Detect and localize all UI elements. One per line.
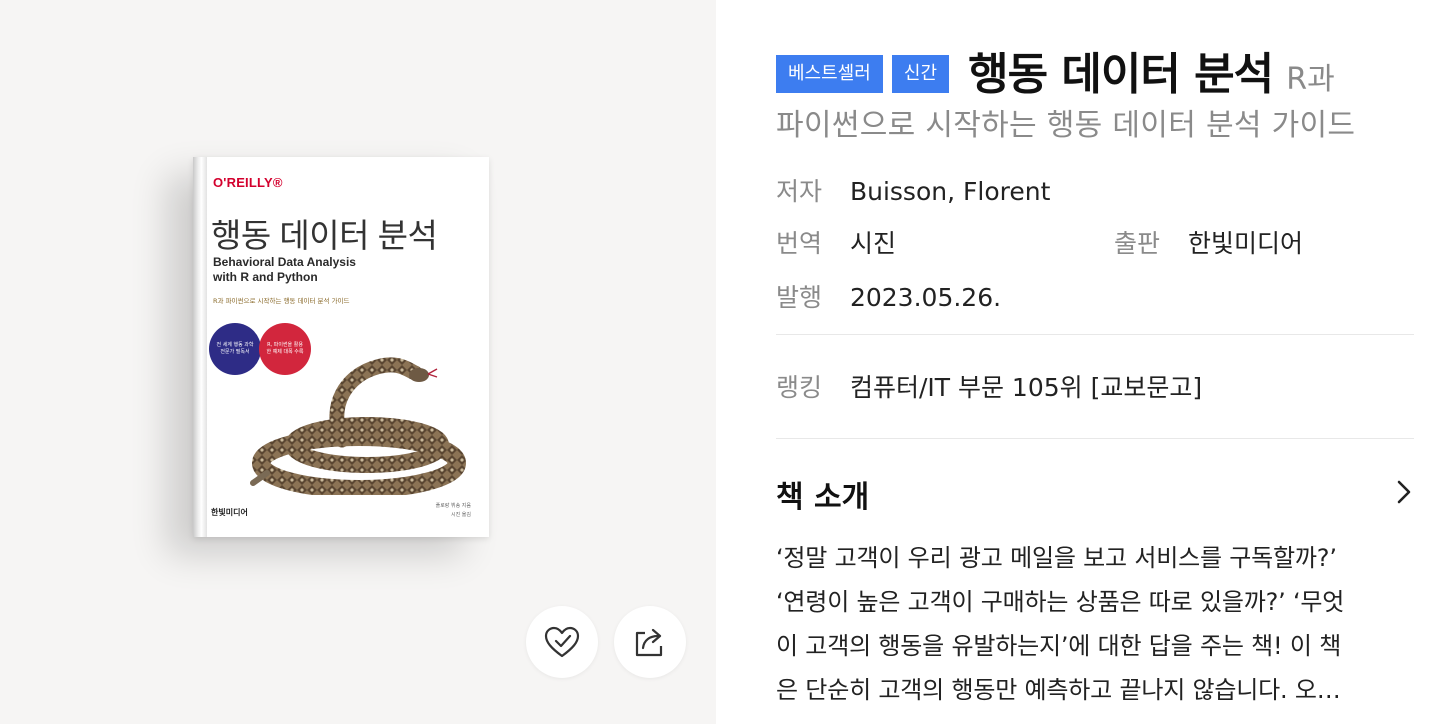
share-icon — [635, 628, 663, 657]
author-row: 저자 Buisson, Florent — [776, 172, 1050, 208]
translator-link[interactable]: 시진 — [850, 229, 896, 258]
intro-text: ‘정말 고객이 우리 광고 메일을 보고 서비스를 구독할까?’ ‘연령이 높은… — [776, 544, 1345, 704]
publish-date-row: 발행 2023.05.26. — [776, 278, 1001, 314]
ranking-link[interactable]: 컴퓨터/IT 부문 105위 [교보문고] — [850, 373, 1202, 402]
publisher-row: 출판 한빛미디어 — [1114, 224, 1303, 260]
intro-title: 책 소개 — [776, 480, 870, 515]
cover-title: 행동 데이터 분석 — [211, 217, 438, 254]
subtitle-start: R과 — [1286, 62, 1335, 97]
book-spine — [193, 157, 207, 537]
book-info-panel: 베스트셀러 신간 행동 데이터 분석 R과 파이썬으로 시작하는 행동 데이터 … — [716, 0, 1450, 724]
tag-new: 신간 — [891, 55, 950, 93]
cover-imprint: 한빛미디어 — [211, 508, 248, 517]
book-title: 행동 데이터 분석 — [968, 49, 1274, 100]
chevron-right-icon[interactable] — [1396, 478, 1412, 506]
title-row: 베스트셀러 신간 행동 데이터 분석 R과 — [776, 38, 1416, 102]
oreilly-logo: O'REILLY® — [213, 175, 283, 190]
publisher-link[interactable]: 한빛미디어 — [1188, 229, 1303, 258]
publisher-label: 출판 — [1114, 229, 1161, 258]
cover-english-title: Behavioral Data Analysis with R and Pyth… — [213, 255, 383, 285]
book-cover[interactable]: O'REILLY® 행동 데이터 분석 Behavioral Data Anal… — [193, 157, 489, 537]
translator-row: 번역 시진 — [776, 224, 896, 260]
publish-date: 2023.05.26. — [849, 283, 1002, 312]
cover-author: 플로랑 뷔송 지음 — [435, 503, 471, 509]
cover-panel: O'REILLY® 행동 데이터 분석 Behavioral Data Anal… — [0, 0, 716, 724]
rattlesnake-illustration — [250, 357, 466, 495]
tag-bestseller: 베스트셀러 — [776, 55, 883, 93]
like-button[interactable] — [526, 606, 598, 678]
ranking-label: 랭킹 — [776, 373, 823, 402]
author-link[interactable]: Buisson, Florent — [850, 177, 1050, 206]
publish-date-label: 발행 — [776, 283, 823, 312]
heart-check-icon — [544, 626, 580, 658]
divider — [776, 438, 1414, 439]
divider — [776, 334, 1414, 335]
cover-translator: 시진 옮김 — [451, 512, 471, 518]
subtitle-rest: 파이썬으로 시작하는 행동 데이터 분석 가이드 — [776, 108, 1356, 143]
cover-english-title-line2: with R and Python — [213, 270, 318, 284]
cover-english-title-line1: Behavioral Data Analysis — [213, 255, 356, 269]
cover-credits: 플로랑 뷔송 지음 시진 옮김 — [436, 502, 471, 520]
share-button[interactable] — [614, 606, 686, 678]
translator-label: 번역 — [776, 229, 823, 258]
ranking-row: 랭킹 컴퓨터/IT 부문 105위 [교보문고] — [776, 368, 1202, 404]
cover-subtitle: R과 파이썬으로 시작하는 행동 데이터 분석 가이드 — [213, 297, 350, 305]
author-label: 저자 — [776, 177, 823, 206]
